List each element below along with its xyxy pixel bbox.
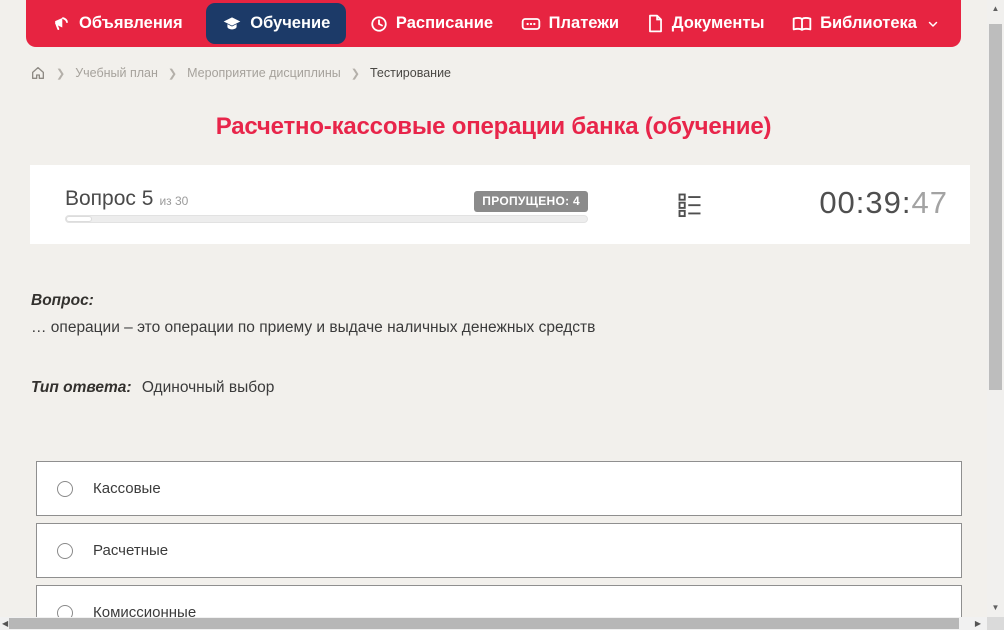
nav-item-label: Документы bbox=[671, 14, 765, 32]
chevron-right-icon: ❯ bbox=[350, 67, 360, 80]
open-book-icon bbox=[792, 15, 812, 33]
question-status-card: Вопрос 5 из 30 ПРОПУЩЕНО: 4 00:39:47 bbox=[30, 165, 970, 244]
breadcrumb-item-discipline-event[interactable]: Мероприятие дисциплины bbox=[187, 66, 341, 80]
nav-item-payments[interactable]: Платежи bbox=[517, 0, 623, 47]
nav-item-library[interactable]: Библиотека bbox=[788, 0, 943, 47]
answer-type-value: Одиночный выбор bbox=[141, 379, 275, 396]
answer-option-raschetnye[interactable]: Расчетные bbox=[36, 523, 962, 578]
question-body: Вопрос: … операции – это операции по при… bbox=[31, 292, 961, 337]
timer-hh-mm: 00:39: bbox=[819, 185, 912, 220]
nav-item-label: Обучение bbox=[250, 14, 331, 32]
nav-item-education[interactable]: Обучение bbox=[206, 3, 347, 44]
radio-button[interactable] bbox=[57, 542, 73, 559]
megaphone-icon bbox=[52, 14, 71, 33]
skipped-badge: ПРОПУЩЕНО: 4 bbox=[474, 191, 588, 212]
graduation-cap-icon bbox=[222, 14, 242, 34]
main-nav: Объявления Обучение Расписание Платежи Д… bbox=[26, 0, 961, 47]
scroll-right-icon[interactable]: ▶ bbox=[975, 617, 981, 630]
nav-item-label: Платежи bbox=[548, 14, 620, 32]
scrollbar-corner bbox=[987, 617, 1004, 630]
progress-fill bbox=[66, 216, 93, 222]
question-prompt-label: Вопрос: bbox=[31, 292, 94, 309]
question-text: … операции – это операции по приему и вы… bbox=[31, 319, 596, 336]
answer-type-row: Тип ответа: Одиночный выбор bbox=[31, 379, 274, 397]
answer-option-label: Расчетные bbox=[93, 542, 169, 559]
banknote-icon bbox=[521, 15, 541, 33]
question-number: Вопрос 5 bbox=[65, 187, 154, 210]
answer-option-label: Кассовые bbox=[93, 480, 161, 497]
page-title: Расчетно-кассовые операции банка (обучен… bbox=[215, 113, 772, 140]
answer-option-kassovye[interactable]: Кассовые bbox=[36, 461, 962, 516]
breadcrumb-item-testing: Тестирование bbox=[369, 66, 452, 80]
chevron-right-icon: ❯ bbox=[56, 67, 66, 80]
chevron-down-icon bbox=[927, 18, 939, 30]
question-list-icon bbox=[678, 193, 701, 218]
nav-item-label: Библиотека bbox=[820, 14, 917, 32]
question-progress-block: Вопрос 5 из 30 ПРОПУЩЕНО: 4 bbox=[65, 165, 588, 244]
home-icon[interactable] bbox=[30, 65, 46, 81]
nav-item-announcements[interactable]: Объявления bbox=[48, 0, 187, 47]
breadcrumb: ❯ Учебный план ❯ Мероприятие дисциплины … bbox=[30, 63, 451, 83]
clock-icon bbox=[370, 15, 388, 33]
vertical-scrollbar[interactable]: ▲ ▼ bbox=[987, 0, 1004, 617]
question-list-button[interactable] bbox=[675, 190, 705, 220]
scroll-up-icon[interactable]: ▲ bbox=[987, 4, 1004, 14]
question-total: из 30 bbox=[159, 194, 189, 208]
nav-item-schedule[interactable]: Расписание bbox=[366, 0, 497, 47]
scroll-down-icon[interactable]: ▼ bbox=[987, 603, 1004, 613]
nav-item-label: Расписание bbox=[395, 14, 494, 32]
timer: 00:39:47 bbox=[819, 185, 948, 221]
answer-type-label: Тип ответа: bbox=[31, 379, 132, 396]
nav-item-label: Объявления bbox=[79, 14, 183, 32]
nav-item-documents[interactable]: Документы bbox=[643, 0, 769, 47]
timer-seconds: 47 bbox=[911, 185, 948, 220]
radio-button[interactable] bbox=[57, 480, 73, 497]
horizontal-scrollbar-thumb[interactable] bbox=[9, 618, 959, 629]
answer-options: Кассовые Расчетные Комиссионные bbox=[36, 461, 962, 630]
vertical-scrollbar-thumb[interactable] bbox=[989, 24, 1002, 390]
scroll-left-icon[interactable]: ◀ bbox=[2, 617, 8, 630]
progress-bar bbox=[65, 215, 588, 223]
document-icon bbox=[647, 14, 664, 33]
breadcrumb-item-curriculum[interactable]: Учебный план bbox=[75, 66, 158, 80]
question-counter: Вопрос 5 из 30 bbox=[65, 187, 188, 211]
horizontal-scrollbar[interactable]: ◀ ▶ bbox=[0, 617, 987, 630]
chevron-right-icon: ❯ bbox=[167, 67, 178, 80]
